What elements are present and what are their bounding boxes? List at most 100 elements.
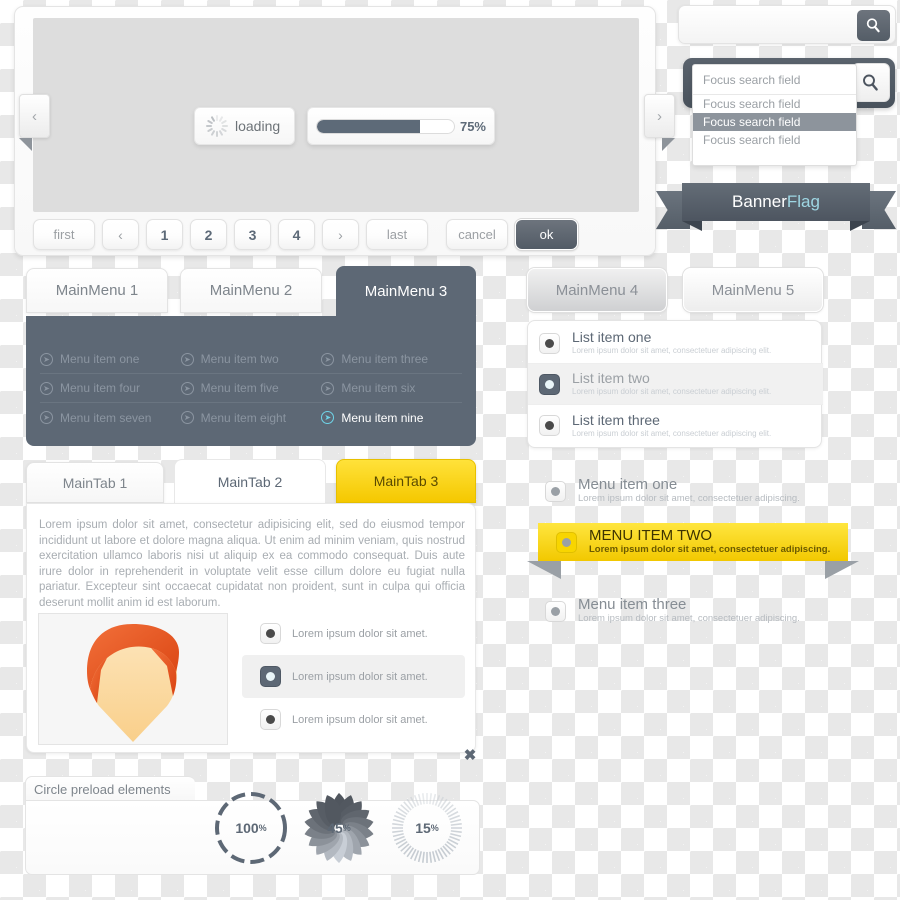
menu-item-three-row[interactable]: Menu item three Lorem ipsum dolor sit am… — [545, 590, 845, 632]
circle-number: 45 — [327, 820, 343, 836]
radio-row[interactable]: Lorem ipsum dolor sit amet. — [242, 698, 465, 741]
list-item[interactable]: List item one Lorem ipsum dolor sit amet… — [528, 323, 823, 364]
banner-text-accent: Flag — [786, 192, 820, 211]
arrow-shadow-tail — [662, 138, 675, 151]
magnifier-icon — [866, 18, 880, 33]
arrow-right-circle-icon: ➤ — [180, 352, 194, 366]
cancel-button[interactable]: cancel — [446, 219, 508, 250]
menu-item-label: Menu item two — [200, 352, 279, 366]
search-button-focused[interactable] — [852, 63, 890, 102]
list-item-title: List item three — [572, 411, 660, 428]
arrow-right-circle-icon: ➤ — [180, 381, 194, 395]
mainmenu-panel: ➤ Menu item one ➤ Menu item two ➤ Menu i… — [26, 316, 476, 446]
tab-maintab-2[interactable]: MainTab 2 — [174, 459, 326, 503]
tab-body-text: Lorem ipsum dolor sit amet, consectetur … — [39, 519, 465, 609]
progress-label: 75% — [459, 118, 486, 134]
pager-page-1[interactable]: 1 — [146, 219, 183, 250]
tab-mainmenu-2[interactable]: MainMenu 2 — [180, 268, 322, 313]
menu-item-label: Menu item seven — [60, 410, 152, 425]
pager-next-button[interactable]: › — [322, 219, 359, 250]
menu-item-four[interactable]: ➤ Menu item four — [40, 381, 181, 395]
arrow-right-circle-icon: ➤ — [180, 411, 194, 424]
suggestion-item[interactable]: Focus search field — [693, 95, 856, 113]
radio-icon[interactable] — [260, 709, 281, 730]
list-item-text: List item three Lorem ipsum dolor sit am… — [572, 411, 772, 439]
circle-number: 100 — [235, 820, 259, 836]
tab-mainmenu-3[interactable]: MainMenu 3 — [336, 266, 476, 316]
pager-page-4[interactable]: 4 — [278, 219, 315, 250]
menu-item-one[interactable]: ➤ Menu item one — [40, 352, 181, 366]
pager-page-2[interactable]: 2 — [190, 219, 227, 250]
carousel-next-button[interactable]: › — [644, 94, 675, 151]
list-item[interactable]: List item three Lorem ipsum dolor sit am… — [528, 405, 823, 446]
pagination: first ‹ 1 2 3 4 › last cancel ok — [33, 219, 578, 250]
progress-track[interactable] — [316, 118, 455, 134]
pager-prev-button[interactable]: ‹ — [102, 219, 139, 250]
menu-item-nine[interactable]: ➤ Menu item nine — [321, 411, 462, 425]
search-input[interactable] — [685, 11, 845, 39]
ok-button[interactable]: ok — [515, 219, 578, 250]
radio-icon-selected[interactable] — [260, 666, 281, 687]
suggestion-item[interactable]: Focus search field — [693, 131, 856, 149]
tab-maintab-3[interactable]: MainTab 3 — [336, 459, 476, 503]
pager-first-button[interactable]: first — [33, 219, 95, 250]
circle-unit: % — [342, 823, 351, 833]
chevron-left-icon: ‹ — [32, 107, 37, 125]
radio-icon[interactable] — [539, 415, 560, 436]
list-item-subtitle: Lorem ipsum dolor sit amet, consectetuer… — [572, 428, 772, 438]
banner-body: BannerFlag — [682, 183, 870, 221]
radio-row-selected[interactable]: Lorem ipsum dolor sit amet. — [242, 655, 465, 698]
list-item-selected[interactable]: List item two Lorem ipsum dolor sit amet… — [528, 364, 823, 405]
menu-item-label: Menu item eight — [200, 410, 287, 425]
circle-unit: % — [430, 823, 439, 833]
radio-icon[interactable] — [545, 480, 566, 502]
pager-last-button[interactable]: last — [366, 219, 428, 250]
arrow-right-circle-icon: ➤ — [40, 352, 53, 366]
menu-item-two-row[interactable]: MENU ITEM TWO Lorem ipsum dolor sit amet… — [538, 523, 848, 561]
radio-icon-highlighted[interactable] — [556, 531, 577, 553]
menu-item-five[interactable]: ➤ Menu item five — [180, 381, 322, 395]
close-x-icon[interactable]: ✖ — [461, 746, 479, 764]
tab-mainmenu-5[interactable]: MainMenu 5 — [683, 268, 823, 312]
radio-label: Lorem ipsum dolor sit amet. — [292, 670, 428, 683]
menu-item-label: Menu item four — [60, 381, 141, 395]
list-item-title: List item one — [572, 329, 652, 345]
circle-preloader-petals: 45% — [298, 787, 380, 869]
menu-item-six[interactable]: ➤ Menu item six — [321, 381, 462, 395]
radio-icon[interactable] — [260, 623, 281, 644]
radio-label: Lorem ipsum dolor sit amet. — [292, 627, 428, 640]
radio-icon[interactable] — [545, 600, 566, 622]
menu-item-one-row[interactable]: Menu item one Lorem ipsum dolor sit amet… — [545, 470, 845, 512]
arrow-right-circle-icon: ➤ — [40, 381, 53, 395]
magnifier-icon — [863, 74, 878, 91]
pager-page-3[interactable]: 3 — [234, 219, 271, 250]
menu-item-three[interactable]: ➤ Menu item three — [321, 352, 462, 366]
menu-item-label: Menu item three — [341, 352, 429, 366]
tab-mainmenu-1[interactable]: MainMenu 1 — [26, 268, 168, 313]
tab-mainmenu-4[interactable]: MainMenu 4 — [527, 268, 667, 312]
list-item-subtitle: Lorem ipsum dolor sit amet, consectetuer… — [572, 346, 772, 355]
radio-label: Lorem ipsum dolor sit amet. — [292, 713, 428, 726]
spinner-icon — [205, 114, 229, 138]
circle-unit: % — [258, 823, 267, 833]
search-button[interactable] — [857, 10, 890, 41]
carousel-prev-button[interactable]: ‹ — [19, 94, 50, 151]
menu-item-label: Menu item six — [341, 381, 416, 395]
ribbon-left-tail — [527, 561, 561, 579]
search-focused-value[interactable]: Focus search field — [693, 65, 856, 95]
radio-row[interactable]: Lorem ipsum dolor sit amet. — [242, 612, 465, 655]
menu-item-title: Menu item three — [578, 596, 687, 613]
radio-icon[interactable] — [539, 332, 560, 354]
menu-item-text: MENU ITEM TWO Lorem ipsum dolor sit amet… — [589, 528, 830, 556]
arrow-right-circle-icon: ➤ — [321, 352, 335, 366]
arrow-shadow-tail — [19, 138, 32, 151]
menu-item-seven[interactable]: ➤ Menu item seven — [40, 411, 181, 425]
banner-text: BannerFlag — [682, 183, 870, 221]
suggestion-item-selected[interactable]: Focus search field — [693, 113, 856, 131]
tab-maintab-1[interactable]: MainTab 1 — [26, 462, 164, 503]
radio-icon-selected[interactable] — [539, 373, 560, 395]
menu-item-two[interactable]: ➤ Menu item two — [180, 352, 322, 366]
loading-indicator: loading — [194, 107, 295, 145]
menu-item-eight[interactable]: ➤ Menu item eight — [180, 410, 322, 425]
user-avatar-illustration — [87, 624, 179, 742]
